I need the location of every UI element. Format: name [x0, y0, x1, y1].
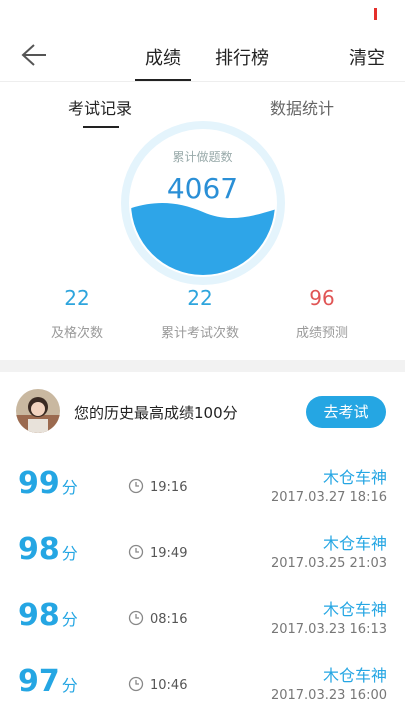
clock-icon — [128, 544, 144, 560]
tab-leaderboard[interactable]: 排行榜 — [215, 44, 269, 70]
record-title: 木仓车神 — [322, 468, 387, 487]
take-exam-button[interactable]: 去考试 — [306, 396, 386, 428]
record-duration: 08:16 — [150, 612, 188, 627]
metric-value: 22 — [64, 286, 90, 310]
record-duration: 10:46 — [150, 678, 188, 693]
record-date: 2017.03.23 16:00 — [270, 688, 387, 703]
record-date: 2017.03.23 16:13 — [270, 622, 387, 637]
record-score: 99 分 — [18, 466, 78, 501]
active-tab-indicator — [135, 79, 191, 81]
record-row[interactable]: 98 分 08:16 木仓车神 2017.03.23 16:13 — [0, 584, 405, 650]
record-row[interactable]: 98 分 19:49 木仓车神 2017.03.25 21:03 — [0, 518, 405, 584]
top-navigation: 成绩 排行榜 清空 — [0, 28, 405, 82]
tab-statistics[interactable]: 数据统计 — [270, 95, 334, 119]
record-row[interactable]: 99 分 19:16 木仓车神 2017.03.27 18:16 — [0, 452, 405, 518]
record-date: 2017.03.25 21:03 — [270, 556, 387, 571]
battery-indicator — [374, 8, 377, 20]
tab-exam-records[interactable]: 考试记录 — [68, 95, 132, 119]
best-score-banner: 您的历史最高成绩100分 去考试 — [0, 372, 405, 452]
metric-label: 成绩预测 — [295, 326, 348, 341]
record-title: 木仓车神 — [322, 534, 387, 553]
status-bar — [0, 0, 405, 28]
gauge-value: 4067 — [166, 172, 239, 205]
record-title: 木仓车神 — [322, 666, 387, 685]
metric-score-prediction: 96 成绩预测 — [257, 286, 387, 341]
clock-icon — [128, 478, 144, 494]
record-date: 2017.03.27 18:16 — [270, 490, 387, 505]
tab-scores[interactable]: 成绩 — [145, 44, 181, 70]
metric-label: 累计考试次数 — [160, 326, 239, 341]
record-duration: 19:16 — [150, 480, 188, 495]
metric-label: 及格次数 — [50, 326, 103, 341]
record-duration: 19:49 — [150, 546, 188, 561]
section-divider — [0, 360, 405, 372]
record-score: 98 分 — [18, 598, 78, 633]
record-title: 木仓车神 — [322, 600, 387, 619]
clock-icon — [128, 610, 144, 626]
metric-value: 22 — [187, 286, 213, 310]
exam-records-list: 99 分 19:16 木仓车神 2017.03.27 18:16 98 分 19:4… — [0, 452, 405, 716]
record-score: 97 分 — [18, 664, 78, 699]
stats-panel: 累计做题数 4067 22 及格次数 22 累计考试次数 96 成绩预测 — [0, 121, 405, 360]
gauge-label: 累计做题数 — [172, 150, 233, 164]
back-arrow-icon[interactable] — [20, 42, 48, 68]
metric-pass-count: 22 及格次数 — [12, 286, 142, 341]
avatar[interactable] — [16, 389, 60, 433]
record-score: 98 分 — [18, 532, 78, 567]
record-row[interactable]: 97 分 10:46 木仓车神 2017.03.23 16:00 — [0, 650, 405, 716]
metric-value: 96 — [309, 286, 335, 310]
metric-exam-count: 22 累计考试次数 — [135, 286, 265, 341]
clear-button[interactable]: 清空 — [349, 44, 385, 70]
clock-icon — [128, 676, 144, 692]
best-score-text: 您的历史最高成绩100分 — [74, 404, 238, 422]
